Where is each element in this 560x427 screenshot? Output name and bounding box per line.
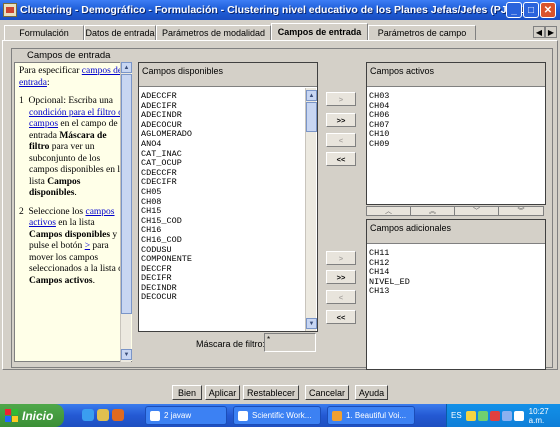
task-javaw[interactable]: 2 javaw bbox=[145, 406, 227, 425]
reset-button[interactable]: Restablecer bbox=[243, 385, 299, 400]
move-left-button[interactable]: < bbox=[326, 133, 356, 147]
active-fields-list[interactable]: Campos activos CH03 CH04 CH06 CH07 CH10 CH09 bbox=[366, 62, 546, 205]
window-icon bbox=[150, 410, 160, 421]
reorder-bar: ︿ ︽ ﹀ ︾ bbox=[366, 206, 544, 216]
list-item[interactable]: CH09 bbox=[369, 139, 389, 150]
help-link-move-button[interactable]: > bbox=[85, 241, 90, 251]
tray-icon[interactable] bbox=[513, 410, 524, 421]
windows-logo-icon bbox=[5, 409, 18, 422]
ie-icon[interactable] bbox=[82, 409, 94, 421]
available-fields-list[interactable]: Campos disponibles ADECCFR ADECIFR ADECIND… bbox=[138, 62, 318, 332]
task-beautiful-voice[interactable]: 1. Beautiful Voi... bbox=[327, 406, 415, 425]
close-button[interactable]: ✕ bbox=[540, 2, 556, 18]
help-punct: . bbox=[92, 275, 95, 286]
task-scientific-work[interactable]: Scientific Work... bbox=[233, 406, 321, 425]
help-bold: Campos activos bbox=[29, 275, 93, 286]
cancel-button[interactable]: Cancelar bbox=[305, 385, 349, 400]
tab-campos-entrada[interactable]: Campos de entrada bbox=[271, 23, 368, 40]
list-item[interactable]: DECOCUR bbox=[141, 293, 192, 303]
app-icon bbox=[3, 3, 17, 17]
move-top-icon[interactable]: ︽ bbox=[411, 207, 455, 215]
active-fields-items: CH03 CH04 CH06 CH07 CH10 CH09 bbox=[369, 91, 389, 150]
tab-scroll-right-icon[interactable]: ▶ bbox=[545, 26, 557, 38]
group-label: Campos de entrada bbox=[24, 50, 114, 61]
available-fields-items: ADECCFR ADECIFR ADECINDR ADECOCUR AGLOMERADO… bbox=[141, 91, 192, 303]
move-bottom-icon[interactable]: ︾ bbox=[499, 207, 543, 215]
title-bar: Clustering - Demográfico - Formulación -… bbox=[0, 0, 560, 20]
ok-button[interactable]: Bien bbox=[172, 385, 202, 400]
window-title: Clustering - Demográfico - Formulación -… bbox=[20, 4, 528, 16]
scroll-down-icon[interactable]: ▼ bbox=[306, 318, 317, 329]
system-tray: ES 10:27 a.m. bbox=[446, 404, 560, 427]
start-label: Inicio bbox=[22, 408, 54, 423]
move-down-icon[interactable]: ﹀ bbox=[455, 207, 499, 215]
task-label: 1. Beautiful Voi... bbox=[346, 411, 407, 420]
help-intro: Para especificar bbox=[19, 66, 80, 76]
start-button[interactable]: Inicio bbox=[0, 404, 64, 427]
tray-icon[interactable] bbox=[489, 410, 500, 421]
maximize-button[interactable]: □ bbox=[523, 2, 539, 18]
taskbar: Inicio 2 javaw Scientific Work... 1. Bea… bbox=[0, 404, 560, 427]
filter-mask-input[interactable]: * bbox=[264, 333, 316, 352]
scroll-up-icon[interactable]: ▲ bbox=[306, 90, 317, 101]
move-up-icon[interactable]: ︿ bbox=[367, 207, 411, 215]
additional-fields-header: Campos adicionales bbox=[367, 220, 545, 244]
clock: 10:27 a.m. bbox=[528, 406, 549, 425]
tab-scroll-left-icon[interactable]: ◀ bbox=[533, 26, 545, 38]
help-button[interactable]: Ayuda bbox=[355, 385, 388, 400]
tray-icon[interactable] bbox=[501, 410, 512, 421]
tab-formulacion[interactable]: Formulación bbox=[4, 25, 84, 40]
move-all-left-button[interactable]: << bbox=[326, 152, 356, 166]
add-right-button[interactable]: > bbox=[326, 251, 356, 265]
available-scrollbar[interactable]: ▲ ▼ bbox=[305, 88, 317, 331]
help-text: Seleccione los bbox=[28, 206, 84, 217]
scroll-thumb[interactable] bbox=[306, 102, 317, 132]
active-fields-header: Campos activos bbox=[367, 63, 545, 87]
minimize-button[interactable]: _ bbox=[506, 2, 522, 18]
tab-parametros-campo[interactable]: Parámetros de campo bbox=[368, 25, 476, 40]
help-punct: : bbox=[46, 77, 50, 88]
help-punct: . bbox=[74, 188, 77, 198]
help-panel: Para especificar campos de entrada: 1 Op… bbox=[14, 62, 132, 362]
scroll-thumb[interactable] bbox=[121, 74, 132, 314]
filter-mask-label: Máscara de filtro: bbox=[196, 339, 266, 349]
add-all-right-button[interactable]: >> bbox=[326, 270, 356, 284]
help-text: Opcional: Escriba una bbox=[28, 96, 113, 106]
tray-icon[interactable] bbox=[477, 410, 488, 421]
additional-fields-list[interactable]: Campos adicionales CH11 CH12 CH14 NIVEL_ED C… bbox=[366, 219, 546, 370]
scroll-up-icon[interactable]: ▲ bbox=[121, 62, 132, 73]
task-label: Scientific Work... bbox=[252, 411, 312, 420]
list-item[interactable]: CH13 bbox=[369, 287, 410, 297]
add-left-button[interactable]: < bbox=[326, 290, 356, 304]
task-label: 2 javaw bbox=[164, 411, 192, 420]
help-step-1-num: 1 bbox=[19, 96, 24, 106]
help-step-2-num: 2 bbox=[19, 206, 24, 217]
tab-strip: Formulación Datos de entrada Parámetros … bbox=[0, 23, 560, 40]
firefox-icon[interactable] bbox=[112, 409, 124, 421]
tab-parametros-modalidad[interactable]: Parámetros de modalidad bbox=[156, 25, 271, 40]
move-all-right-button[interactable]: >> bbox=[326, 113, 356, 127]
explorer-icon[interactable] bbox=[97, 409, 109, 421]
apply-button[interactable]: Aplicar bbox=[205, 385, 240, 400]
help-scrollbar[interactable]: ▲ ▼ bbox=[120, 62, 132, 362]
scroll-down-icon[interactable]: ▼ bbox=[121, 349, 132, 360]
move-right-button[interactable]: > bbox=[326, 92, 356, 106]
help-bold: Campos disponibles bbox=[29, 229, 111, 240]
tab-datos-entrada[interactable]: Datos de entrada bbox=[84, 25, 156, 40]
media-icon bbox=[332, 410, 342, 421]
available-fields-header: Campos disponibles bbox=[139, 63, 317, 87]
language-indicator[interactable]: ES bbox=[451, 411, 462, 420]
additional-fields-items: CH11 CH12 CH14 NIVEL_ED CH13 bbox=[369, 248, 410, 297]
app-icon bbox=[238, 410, 248, 421]
help-text: en la lista bbox=[58, 218, 95, 228]
add-all-left-button[interactable]: << bbox=[326, 310, 356, 324]
tray-icon[interactable] bbox=[465, 410, 476, 421]
